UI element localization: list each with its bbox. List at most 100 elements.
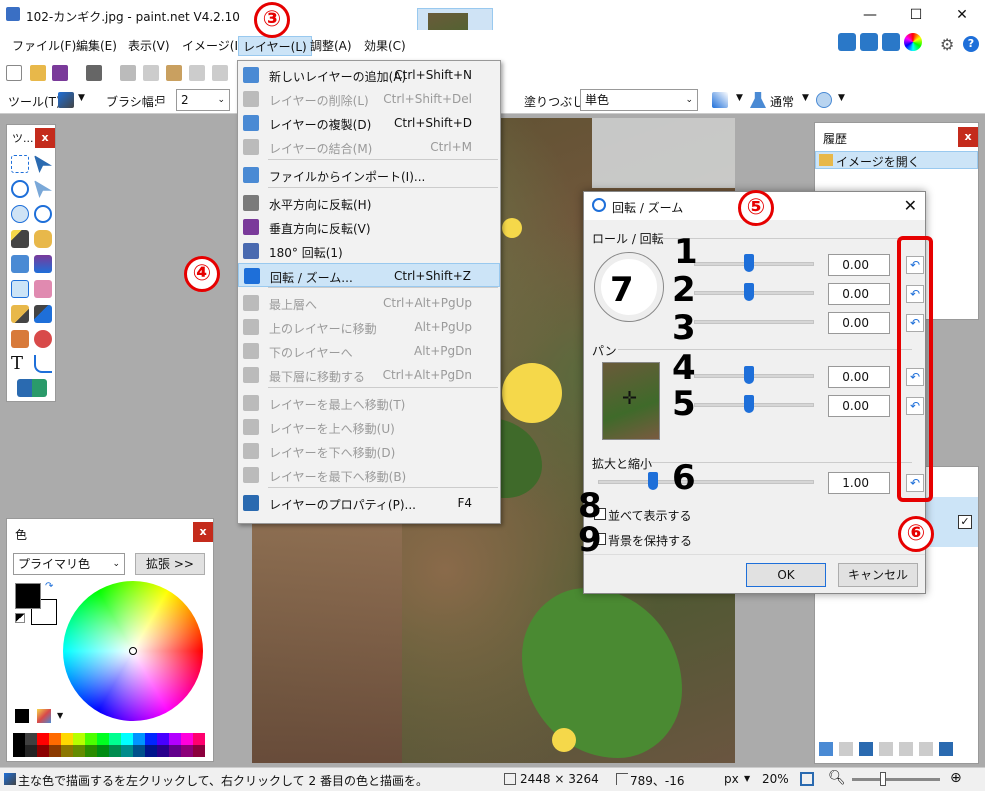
palette-swatch[interactable] — [169, 733, 181, 745]
chevron-down-icon[interactable]: ▼ — [802, 93, 809, 103]
layer-menu-item[interactable]: 下のレイヤーへ Alt+PgDn — [238, 339, 500, 363]
layer-menu-item[interactable]: レイヤーを最上へ移動(T) — [238, 391, 500, 415]
ok-button[interactable]: OK — [746, 563, 826, 587]
color-wheel-cursor[interactable] — [129, 647, 137, 655]
zoom-level[interactable]: 20% — [762, 772, 789, 786]
delete-layer-icon[interactable] — [839, 742, 853, 756]
menu-edit[interactable]: 編集(E) — [72, 36, 121, 56]
close-button[interactable]: ✕ — [939, 0, 985, 30]
pan-x-value[interactable]: 0.00 — [828, 366, 890, 388]
layer-menu-item[interactable]: 水平方向に反転(H) — [238, 191, 500, 215]
text-icon[interactable]: T — [11, 353, 23, 374]
history-item[interactable]: イメージを開く — [815, 151, 978, 169]
palette-swatch[interactable] — [73, 733, 85, 745]
angle-slider[interactable] — [694, 262, 814, 266]
palette-swatch[interactable] — [193, 733, 205, 745]
palette-swatch[interactable] — [157, 733, 169, 745]
zoom-slider-status[interactable] — [852, 778, 940, 781]
paste-icon[interactable] — [166, 65, 182, 81]
pencil-icon[interactable] — [11, 305, 29, 323]
layer-menu-item[interactable]: 垂直方向に反転(V) — [238, 215, 500, 239]
magic-wand-icon[interactable] — [11, 230, 29, 248]
menu-effects[interactable]: 効果(C) — [360, 36, 410, 56]
zoom-slider-thumb[interactable] — [648, 472, 658, 490]
layer-menu-item[interactable]: ファイルからインポート(I)... — [238, 163, 500, 187]
roll-direction-slider[interactable] — [694, 320, 814, 324]
palette-swatch[interactable] — [97, 745, 109, 757]
layer-menu-item[interactable]: レイヤーを上へ移動(U) — [238, 415, 500, 439]
angle-value[interactable]: 0.00 — [828, 254, 890, 276]
roll-slider-thumb[interactable] — [744, 283, 754, 301]
selection-mode-icon[interactable] — [816, 92, 832, 108]
zoom-slider-status-thumb[interactable] — [880, 772, 886, 786]
palette-swatch[interactable] — [181, 733, 193, 745]
add-layer-icon[interactable] — [819, 742, 833, 756]
palette-swatch[interactable] — [49, 733, 61, 745]
dialog-close-button[interactable]: ✕ — [904, 196, 917, 215]
crop-icon[interactable] — [189, 65, 205, 81]
palette-swatch[interactable] — [193, 745, 205, 757]
save-icon[interactable] — [52, 65, 68, 81]
layer-visible-checkbox[interactable]: ✓ — [958, 515, 972, 529]
menu-layer[interactable]: レイヤー(L) — [238, 36, 312, 56]
history-panel-close-button[interactable]: x — [958, 127, 978, 147]
palette-swatch[interactable] — [61, 745, 73, 757]
palette-swatch[interactable] — [85, 745, 97, 757]
ellipse-select-icon[interactable] — [11, 205, 29, 223]
print-icon[interactable] — [86, 65, 102, 81]
blend-mode-value[interactable]: 通常 — [770, 93, 794, 110]
chevron-down-icon[interactable]: ▼ — [744, 774, 750, 783]
move-selection-icon[interactable] — [34, 180, 52, 198]
brush-icon[interactable] — [58, 92, 74, 108]
palette-swatch[interactable] — [73, 745, 85, 757]
antialias-icon[interactable] — [712, 92, 728, 108]
swap-colors-icon[interactable]: ↷ — [45, 581, 53, 592]
color-mode-select[interactable]: プライマリ色 ⌄ — [13, 553, 125, 575]
chevron-down-icon[interactable]: ▼ — [736, 93, 743, 103]
color-picker-icon[interactable] — [34, 305, 52, 323]
lasso-select-icon[interactable] — [11, 180, 29, 198]
pan-crosshair-icon[interactable]: ✛ — [622, 388, 637, 409]
layer-up-icon[interactable] — [899, 742, 913, 756]
expand-button[interactable]: 拡張 >> — [135, 553, 205, 575]
menu-file[interactable]: ファイル(F) — [8, 36, 80, 56]
layer-properties-icon[interactable] — [939, 742, 953, 756]
new-icon[interactable] — [6, 65, 22, 81]
palette-swatch[interactable] — [145, 733, 157, 745]
palette-swatch[interactable] — [145, 745, 157, 757]
palette-swatch[interactable] — [97, 733, 109, 745]
history-toggle-icon[interactable] — [860, 33, 878, 51]
layers-toggle-icon[interactable] — [882, 33, 900, 51]
palette-swatch[interactable] — [121, 745, 133, 757]
unit-select[interactable]: px — [724, 772, 739, 786]
palette-icon[interactable] — [37, 709, 51, 723]
palette-swatch[interactable] — [169, 745, 181, 757]
layer-menu-item[interactable]: レイヤーのプロパティ(P)... F4 — [238, 491, 500, 515]
zoom-in-icon[interactable]: ⊕ — [950, 770, 962, 786]
paint-bucket-icon[interactable] — [11, 255, 29, 273]
palette-swatch[interactable] — [49, 745, 61, 757]
zoom-fit-icon[interactable] — [800, 772, 814, 786]
clone-stamp-icon[interactable] — [11, 330, 29, 348]
zoom-out-icon[interactable]: 🔍︎ — [828, 770, 846, 786]
layer-menu-item[interactable]: 新しいレイヤーの追加(A) Ctrl+Shift+N — [238, 63, 500, 87]
move-selected-icon[interactable] — [34, 155, 52, 173]
colors-toggle-icon[interactable] — [904, 33, 922, 51]
deselect-icon[interactable] — [212, 65, 228, 81]
palette-swatch[interactable] — [37, 733, 49, 745]
duplicate-layer-icon[interactable] — [859, 742, 873, 756]
maximize-button[interactable]: ☐ — [893, 0, 939, 30]
minimize-button[interactable]: — — [847, 0, 893, 30]
cut-icon[interactable] — [120, 65, 136, 81]
pan-x-slider-thumb[interactable] — [744, 366, 754, 384]
menu-adjust[interactable]: 調整(A) — [306, 36, 356, 56]
pan-y-slider[interactable] — [694, 403, 814, 407]
layer-menu-item[interactable]: 最上層へ Ctrl+Alt+PgUp — [238, 291, 500, 315]
angle-slider-thumb[interactable] — [744, 254, 754, 272]
pan-icon[interactable] — [34, 230, 52, 248]
palette-swatch[interactable] — [109, 733, 121, 745]
cancel-button[interactable]: キャンセル — [838, 563, 918, 587]
layer-menu-item[interactable]: レイヤーを下へ移動(D) — [238, 439, 500, 463]
help-icon[interactable]: ? — [963, 36, 979, 52]
chevron-down-icon[interactable]: ▼ — [57, 711, 63, 720]
